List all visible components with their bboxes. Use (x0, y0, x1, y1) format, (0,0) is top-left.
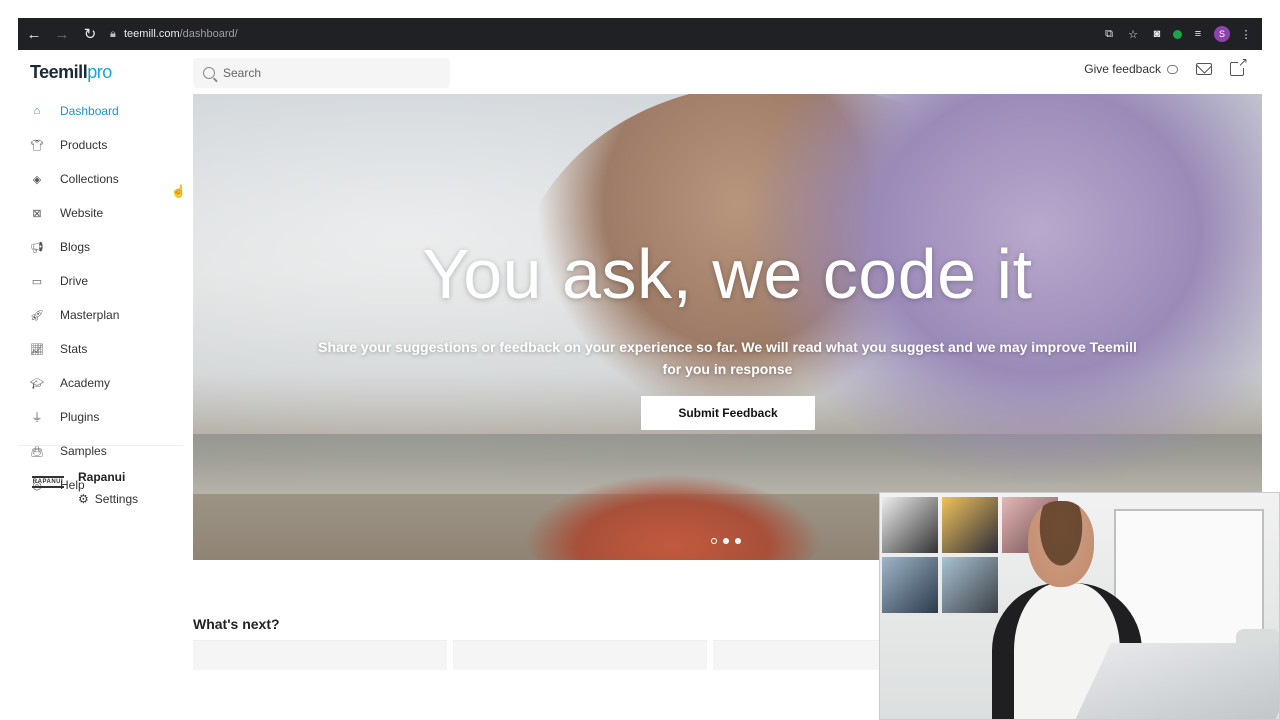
store-switcher[interactable]: RAPANUI Rapanui ⚙ Settings (32, 470, 138, 506)
chat-bubble-icon (1167, 64, 1178, 74)
sidebar-item-label: Plugins (60, 410, 100, 424)
profile-avatar[interactable]: S (1214, 26, 1230, 42)
search-icon (203, 67, 215, 79)
carousel-dot[interactable] (711, 538, 717, 544)
teemill-pro-logo[interactable]: Teemillpro (30, 62, 112, 83)
sidebar-item-drive[interactable]: ▭ Drive (18, 264, 183, 298)
wall-photo (882, 497, 938, 553)
green-extension-icon[interactable] (1173, 29, 1182, 39)
give-feedback-label: Give feedback (1084, 62, 1161, 76)
sidebar-nav: ⌂ Dashboard 👕︎ Products ◈ Collections ⊠ … (18, 94, 183, 502)
reading-list-icon[interactable]: ≡ (1190, 26, 1206, 42)
next-card[interactable] (193, 640, 447, 670)
camera-extension-icon[interactable]: ◙ (1149, 26, 1165, 42)
carousel-dots (711, 538, 741, 544)
sidebar-item-label: Masterplan (60, 308, 120, 322)
settings-label: Settings (94, 492, 139, 506)
next-card[interactable] (453, 640, 707, 670)
bookmark-star-icon[interactable]: ☆ (1125, 26, 1141, 42)
header-actions: Give feedback (1084, 56, 1248, 76)
sidebar-item-website[interactable]: ⊠ Website (18, 196, 183, 230)
open-store-icon[interactable] (1230, 56, 1248, 76)
graduation-cap-icon: 🎓︎ (30, 377, 44, 390)
hero-banner: You ask, we code it Share your suggestio… (193, 94, 1262, 560)
sidebar-item-samples[interactable]: 👜︎ Samples (18, 434, 183, 468)
hero-subtitle: Share your suggestions or feedback on yo… (318, 339, 1137, 377)
presenter-head (1028, 501, 1094, 587)
sidebar-item-label: Stats (60, 342, 88, 356)
wall-photo (942, 557, 998, 613)
store-name: Rapanui (78, 470, 126, 484)
kebab-menu-icon[interactable]: ⋮ (1238, 26, 1254, 42)
sidebar-item-blogs[interactable]: 📢︎ Blogs (18, 230, 183, 264)
drive-icon: ▭ (31, 275, 43, 288)
gear-icon: ⚙ (78, 492, 89, 506)
sidebar-item-label: Drive (60, 274, 89, 288)
give-feedback-button[interactable]: Give feedback (1084, 62, 1178, 76)
address-bar[interactable]: teemill.com/dashboard/ (124, 28, 238, 40)
search-input[interactable] (223, 66, 423, 80)
megaphone-icon: 📢︎ (30, 241, 44, 254)
carousel-dot[interactable] (723, 538, 729, 544)
sidebar-item-collections[interactable]: ◈ Collections (18, 162, 183, 196)
lock-icon: 🔒︎ (110, 27, 116, 40)
sidebar-item-dashboard[interactable]: ⌂ Dashboard (18, 94, 183, 128)
tshirt-icon: 👕︎ (30, 139, 44, 152)
hand-cursor-icon: ☝ (171, 184, 186, 198)
layers-icon: ◈ (32, 173, 42, 186)
back-arrow-icon[interactable]: ← (22, 22, 46, 46)
sidebar-item-label: Blogs (60, 240, 91, 254)
sidebar-item-products[interactable]: 👕︎ Products (18, 128, 183, 162)
wall-photo (942, 497, 998, 553)
hero-title: You ask, we code it (422, 235, 1033, 313)
store-settings-link[interactable]: ⚙ Settings (78, 492, 138, 506)
submit-feedback-button[interactable]: Submit Feedback (641, 396, 815, 430)
sidebar-item-stats[interactable]: 📈︎ Stats (18, 332, 183, 366)
sidebar-item-academy[interactable]: 🎓︎ Academy (18, 366, 183, 400)
forward-arrow-icon[interactable]: → (50, 22, 74, 46)
reload-icon[interactable]: ↻ (78, 22, 102, 46)
sidebar-item-masterplan[interactable]: 🚀︎ Masterplan (18, 298, 183, 332)
sidebar-item-label: Dashboard (60, 104, 119, 118)
plug-icon: ⏚ (31, 412, 43, 424)
wall-photo (882, 557, 938, 613)
rocket-icon: 🚀︎ (30, 309, 44, 322)
rapanui-logo: RAPANUI (32, 476, 64, 488)
browser-toolbar: ← → ↻ 🔒︎ teemill.com/dashboard/ ⧉ ☆ ◙ ≡ … (18, 18, 1262, 50)
sidebar-divider (18, 445, 183, 446)
home-icon: ⌂ (33, 105, 41, 117)
search-box[interactable] (193, 58, 450, 88)
sidebar-item-label: Products (60, 138, 108, 152)
whats-next-heading: What's next? (193, 616, 280, 632)
mail-icon[interactable] (1196, 63, 1212, 75)
bag-icon: 👜︎ (30, 445, 44, 458)
webcam-overlay (879, 492, 1280, 720)
open-external-icon[interactable]: ⧉ (1101, 26, 1117, 42)
sidebar-item-label: Collections (60, 172, 119, 186)
carousel-dot[interactable] (735, 538, 741, 544)
sidebar-item-plugins[interactable]: ⏚ Plugins (18, 400, 183, 434)
sidebar-item-label: Samples (60, 444, 107, 458)
sidebar-item-label: Website (60, 206, 104, 220)
chart-icon: 📈︎ (30, 343, 44, 356)
sidebar-item-label: Academy (60, 376, 111, 390)
website-icon: ⊠ (32, 207, 42, 220)
